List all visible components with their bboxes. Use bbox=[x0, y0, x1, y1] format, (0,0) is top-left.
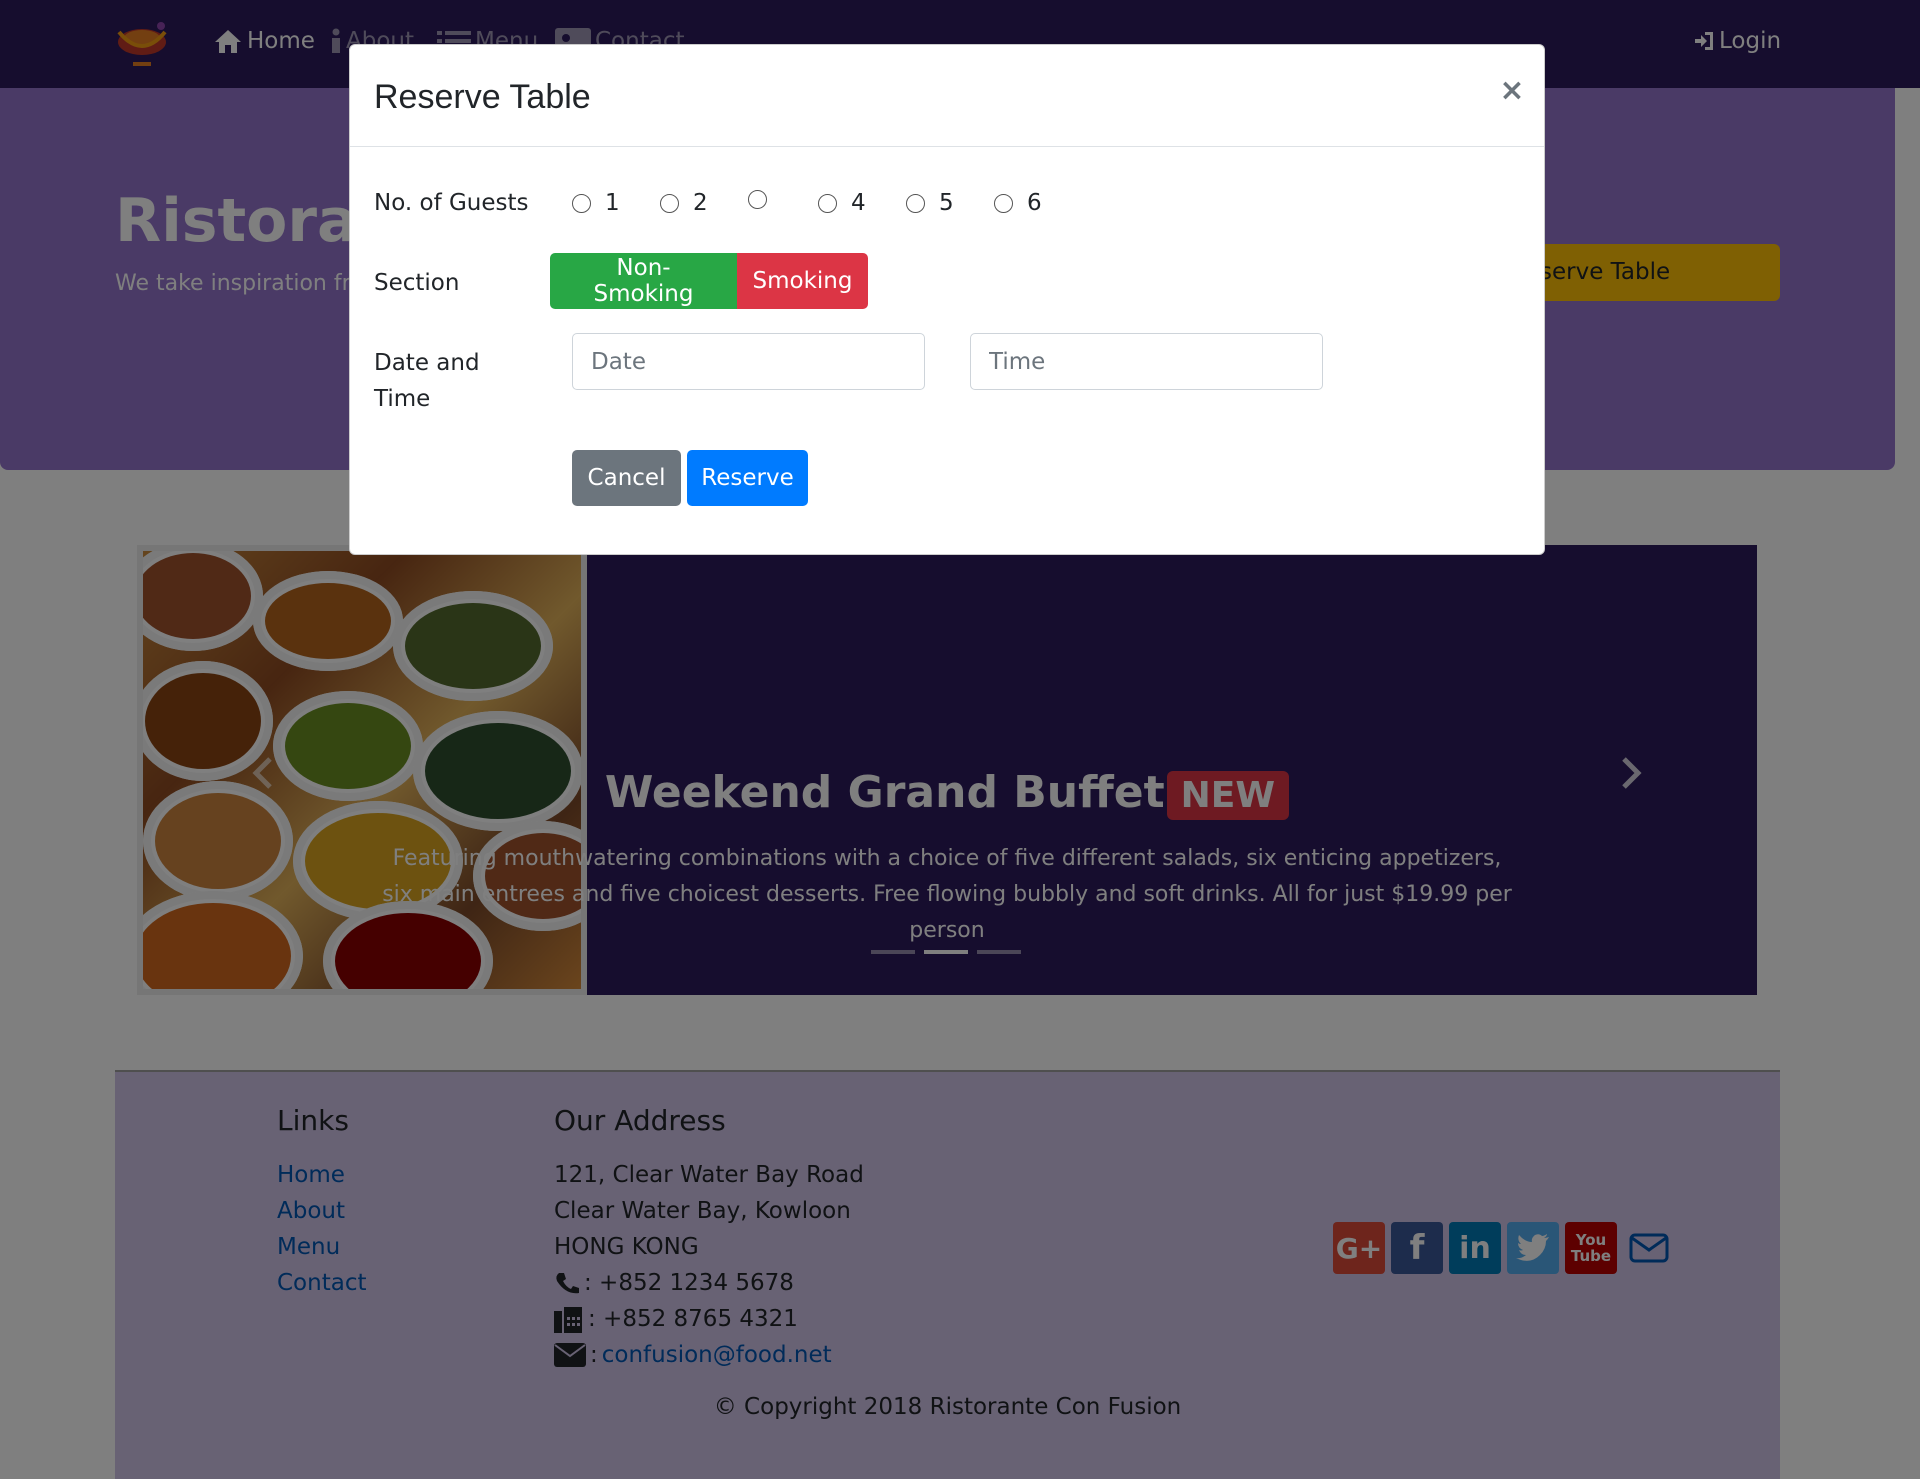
guest-radio-3[interactable] bbox=[748, 190, 781, 209]
smoking-button[interactable]: Smoking bbox=[737, 253, 868, 309]
guest-radio-5[interactable]: 5 bbox=[906, 190, 954, 216]
time-input[interactable] bbox=[970, 333, 1323, 390]
radio-circle[interactable] bbox=[660, 193, 679, 213]
reserve-table-modal: Reserve Table × No. of Guests 1 2 4 5 6 … bbox=[349, 44, 1545, 555]
guest-option-label: 5 bbox=[939, 190, 954, 216]
modal-header: Reserve Table × bbox=[350, 45, 1544, 147]
radio-circle[interactable] bbox=[572, 193, 591, 213]
guest-radio-6[interactable]: 6 bbox=[994, 190, 1042, 216]
guest-option-label: 4 bbox=[851, 190, 866, 216]
datetime-label: Date and Time bbox=[374, 350, 480, 412]
radio-circle[interactable] bbox=[906, 193, 925, 213]
guests-label: No. of Guests bbox=[374, 190, 529, 216]
section-label: Section bbox=[374, 270, 460, 296]
section-button-group: Non-Smoking Smoking bbox=[550, 253, 868, 309]
guest-option-label: 2 bbox=[693, 190, 708, 216]
close-button[interactable]: × bbox=[1497, 73, 1527, 109]
guest-option-label: 6 bbox=[1027, 190, 1042, 216]
guest-radio-4[interactable]: 4 bbox=[818, 190, 866, 216]
cancel-button[interactable]: Cancel bbox=[572, 450, 681, 506]
radio-circle[interactable] bbox=[994, 193, 1013, 213]
reserve-button[interactable]: Reserve bbox=[687, 450, 808, 506]
radio-circle[interactable] bbox=[818, 193, 837, 213]
radio-circle[interactable] bbox=[748, 190, 767, 209]
modal-title: Reserve Table bbox=[374, 78, 591, 116]
guest-option-label: 1 bbox=[605, 190, 620, 216]
non-smoking-button[interactable]: Non-Smoking bbox=[550, 253, 737, 309]
date-input[interactable] bbox=[572, 333, 925, 390]
guest-radio-1[interactable]: 1 bbox=[572, 190, 620, 216]
guest-radio-2[interactable]: 2 bbox=[660, 190, 708, 216]
